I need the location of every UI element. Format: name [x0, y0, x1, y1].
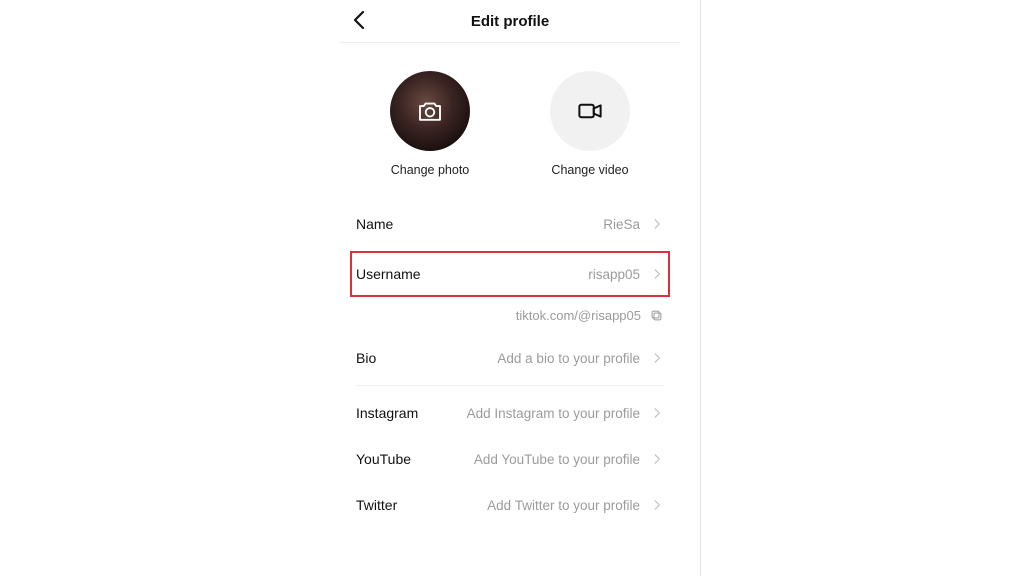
avatar [390, 71, 470, 151]
row-value: Add Twitter to your profile [397, 498, 650, 513]
media-row: Change photo Change video [340, 71, 680, 177]
row-value: risapp05 [421, 267, 650, 282]
row-value: Add YouTube to your profile [411, 452, 650, 467]
row-label: Name [356, 216, 393, 232]
copy-icon [649, 308, 664, 323]
camera-icon [415, 96, 445, 126]
row-value: RieSa [393, 217, 650, 232]
page-title: Edit profile [471, 13, 549, 30]
row-label: Username [356, 266, 421, 282]
chevron-right-icon [650, 452, 664, 466]
header: Edit profile [340, 0, 680, 43]
profile-url-text: tiktok.com/@risapp05 [516, 308, 641, 323]
change-photo-label: Change photo [391, 163, 470, 177]
change-video-button[interactable]: Change video [535, 71, 645, 177]
chevron-right-icon [650, 217, 664, 231]
chevron-right-icon [650, 267, 664, 281]
row-instagram[interactable]: Instagram Add Instagram to your profile [356, 390, 664, 436]
chevron-right-icon [650, 498, 664, 512]
chevron-right-icon [650, 406, 664, 420]
change-video-label: Change video [551, 163, 628, 177]
row-bio[interactable]: Bio Add a bio to your profile [356, 335, 664, 381]
chevron-right-icon [650, 351, 664, 365]
row-name[interactable]: Name RieSa [356, 201, 664, 247]
change-photo-button[interactable]: Change photo [375, 71, 485, 177]
profile-url-row[interactable]: tiktok.com/@risapp05 [356, 295, 664, 335]
row-value: Add Instagram to your profile [418, 406, 650, 421]
phone-viewport: Edit profile Change photo Change video [340, 0, 680, 576]
row-twitter[interactable]: Twitter Add Twitter to your profile [356, 482, 664, 528]
row-label: Bio [356, 350, 376, 366]
video-icon [575, 96, 605, 126]
back-button[interactable] [348, 8, 372, 32]
row-value: Add a bio to your profile [376, 351, 650, 366]
row-label: Instagram [356, 405, 418, 421]
row-youtube[interactable]: YouTube Add YouTube to your profile [356, 436, 664, 482]
video-placeholder [550, 71, 630, 151]
settings-list: Name RieSa Username risapp05 tiktok.com/… [340, 201, 680, 528]
row-label: YouTube [356, 451, 411, 467]
row-username[interactable]: Username risapp05 [350, 251, 670, 297]
column-divider [700, 0, 701, 576]
row-label: Twitter [356, 497, 397, 513]
section-divider [356, 385, 664, 386]
chevron-left-icon [348, 8, 372, 32]
